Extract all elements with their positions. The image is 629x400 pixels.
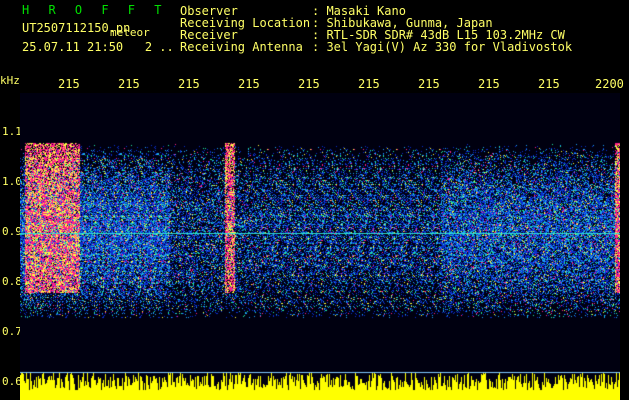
y-tick-label: 0.7: [2, 325, 22, 338]
x-tick-label: 215: [298, 77, 320, 91]
y-tick-label: 0.6: [2, 375, 22, 388]
y-tick-label: 1.0: [2, 175, 22, 188]
timestamp: 25.07.11 21:50 2 ..: [22, 41, 174, 53]
timestamp-suffix: 2 ..: [144, 40, 174, 54]
x-tick-label: 215: [358, 77, 380, 91]
x-tick-label: 215: [58, 77, 80, 91]
x-tick-label: 215: [478, 77, 500, 91]
antenna-value: : 3el Yagi(V) Az 330 for Vladivostok: [312, 40, 573, 54]
x-tick-label: 215: [538, 77, 560, 91]
x-tick-label: 215: [418, 77, 440, 91]
timestamp-date: 25.07.11 21:50: [22, 40, 124, 54]
x-tick-label: 215: [118, 77, 140, 91]
file-tag: meteor: [110, 26, 150, 39]
y-axis-unit: kHz: [0, 74, 20, 87]
y-tick-label: 0.9: [2, 225, 22, 238]
x-tick-label: 215: [238, 77, 260, 91]
spectrogram-canvas: [20, 93, 620, 400]
antenna-label: Receiving Antenna: [180, 40, 303, 54]
app-title: H R O F F T: [22, 3, 168, 17]
y-tick-label: 0.8: [2, 275, 22, 288]
x-tick-label: 2200: [595, 77, 624, 91]
x-tick-label: 215: [178, 77, 200, 91]
y-tick-label: 1.1: [2, 125, 22, 138]
